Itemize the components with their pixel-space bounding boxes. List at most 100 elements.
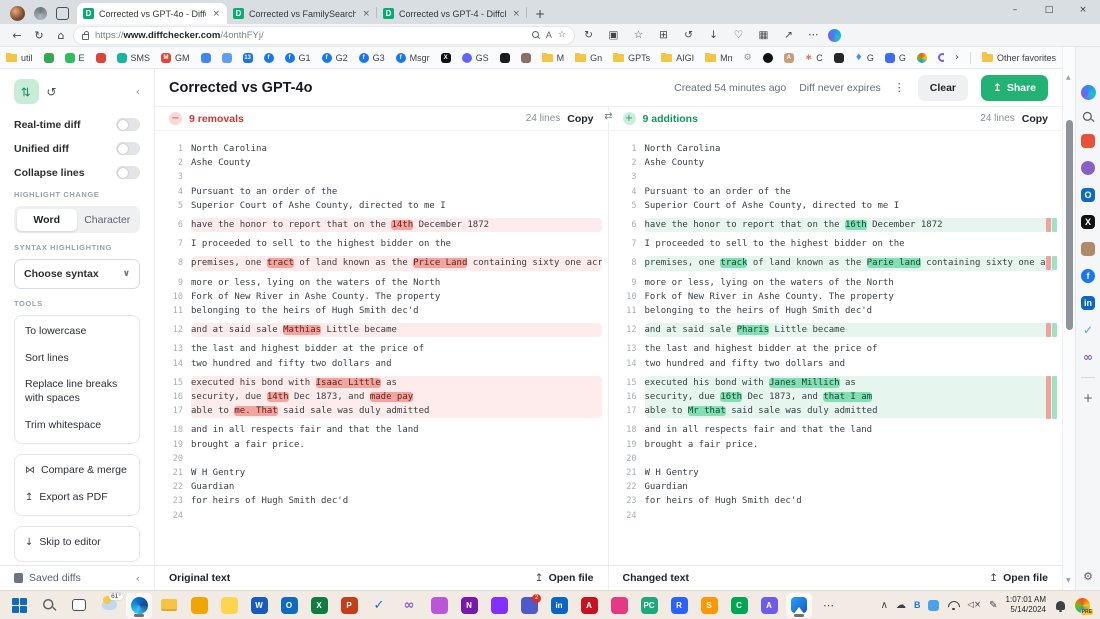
diff-line[interactable]: 5Superior Court of Ashe County, directed… (609, 199, 1063, 213)
taskbar-save-app[interactable] (186, 593, 212, 618)
workspaces-icon[interactable] (34, 7, 47, 20)
taskbar-acrobat[interactable]: A (576, 593, 602, 618)
skip-to-editor-button[interactable]: ↓Skip to editor (25, 536, 129, 550)
diff-settings-button[interactable]: ⇄ (14, 79, 39, 104)
bookmark-ring-site[interactable] (938, 53, 944, 62)
taskbar-visual-studio[interactable]: ∞ (396, 593, 422, 618)
bluetooth-icon[interactable]: B (914, 600, 921, 610)
bookmark-facebook-g1[interactable]: fG1 (285, 53, 311, 63)
word-tab[interactable]: Word (17, 209, 78, 231)
copilot-preview-icon[interactable]: PRE (1075, 598, 1090, 613)
pen-icon[interactable]: ✎ (989, 600, 997, 611)
bookmark-red-app[interactable] (96, 53, 106, 63)
tray-chevron-icon[interactable]: ∧ (881, 600, 888, 611)
diff-line[interactable]: 6have the honor to report that on the 14… (155, 218, 608, 232)
restore-button[interactable]: □ (1032, 0, 1066, 20)
favorite-star-icon[interactable]: ☆ (558, 30, 566, 40)
diff-line[interactable]: 4Pursuant to an order of the (609, 185, 1063, 199)
tab-close-icon[interactable]: × (361, 9, 371, 19)
diff-line[interactable]: 18and in all respects fair and that the … (609, 423, 1063, 437)
bookmark-docs[interactable] (201, 53, 211, 63)
taskbar-a-app[interactable]: A (756, 593, 782, 618)
bookmark-dark-grid[interactable] (834, 53, 844, 63)
history-icon[interactable]: ↺ (678, 29, 699, 41)
diff-line[interactable]: 15executed his bond with Janes Millich a… (609, 376, 1063, 390)
sidebar-copilot-icon[interactable] (1081, 85, 1096, 100)
taskbar-word[interactable]: W (246, 593, 272, 618)
taskbar-photos[interactable] (786, 593, 812, 618)
diff-line[interactable]: 14two hundred and fifty two dollars and (155, 357, 608, 371)
left-open-file-button[interactable]: ↥Open file (535, 572, 594, 584)
essentials-heart-icon[interactable]: ♡ (728, 29, 749, 41)
new-tab-button[interactable]: + (527, 7, 555, 24)
right-copy-button[interactable]: Copy (1022, 113, 1048, 125)
taskbar-r-app[interactable]: R (666, 593, 692, 618)
diff-line[interactable]: 14two hundred and fifty two dollars and (609, 357, 1063, 371)
diff-line[interactable]: 8premises, one track of land known as th… (609, 256, 1063, 270)
diff-line[interactable]: 7I proceeded to sell to the highest bidd… (155, 237, 608, 251)
diff-line[interactable]: 12and at said sale Mathias Little became (155, 323, 608, 337)
diff-line[interactable]: 18and in all respects fair and that the … (155, 423, 608, 437)
bookmark-sms[interactable]: SMS (117, 53, 151, 63)
diff-line[interactable]: 15executed his bond with Isaac Little as (155, 376, 608, 390)
task-view-button[interactable] (66, 593, 92, 618)
diff-line[interactable]: 21W H Gentry (155, 466, 608, 480)
scroll-up-icon[interactable]: ▲ (1066, 74, 1071, 81)
browser-tab[interactable]: DCorrected vs GPT-4o - Diffchecke× (77, 3, 227, 24)
trim-whitespace-button[interactable]: Trim whitespace (25, 419, 129, 433)
bookmark-claude[interactable]: ∗C (805, 53, 823, 63)
sidebar-toolbox-icon[interactable] (1081, 134, 1095, 148)
diff-line[interactable]: 8premises, one tract of land known as th… (155, 256, 608, 270)
sidebar-settings-gear-icon[interactable]: ⚙ (1083, 570, 1093, 583)
unified-diff-toggle[interactable] (116, 142, 140, 155)
diff-line[interactable]: 23for heirs of Hugh Smith dec'd (609, 494, 1063, 508)
sidebar-todo-icon[interactable]: ✓ (1081, 323, 1095, 337)
taskbar-paint[interactable] (426, 593, 452, 618)
bookmarks-overflow-icon[interactable]: › (955, 52, 959, 63)
diff-history-button[interactable]: ↺ (39, 79, 64, 104)
taskbar-excel[interactable]: X (306, 593, 332, 618)
wifi-icon[interactable] (947, 601, 959, 610)
character-tab[interactable]: Character (77, 209, 138, 231)
bookmark-photo-site[interactable] (521, 53, 531, 63)
bookmark-evernote[interactable]: E (65, 53, 85, 63)
tab-close-icon[interactable]: × (511, 9, 521, 19)
diff-line[interactable]: 5Superior Court of Ashe County, directed… (155, 199, 608, 213)
diff-line[interactable]: 10Fork of New River in Ashe County. The … (155, 290, 608, 304)
kebab-menu-icon[interactable]: ⋮ (894, 81, 905, 94)
taskbar-todo[interactable]: ✓ (366, 593, 392, 618)
sort-lines-button[interactable]: Sort lines (25, 352, 129, 366)
page-scrollbar[interactable]: ▲ ▼ (1062, 47, 1075, 590)
diff-line[interactable]: 24 (155, 509, 608, 523)
taskbar-linkedin[interactable]: in (546, 593, 572, 618)
bookmark-facebook-g3[interactable]: fG3 (359, 53, 385, 63)
refresh-icon[interactable]: ↻ (30, 29, 48, 42)
diff-line[interactable]: 4Pursuant to an order of the (155, 185, 608, 199)
taskbar-adobe-cc[interactable] (606, 593, 632, 618)
taskbar-sublime[interactable]: S (696, 593, 722, 618)
collapse-lines-toggle[interactable] (116, 166, 140, 179)
browser-essentials-icon[interactable]: ↻ (578, 29, 599, 41)
diff-line[interactable]: 22Guardian (155, 480, 608, 494)
sidebar-add-icon[interactable]: + (1083, 391, 1093, 405)
taskbar-edge[interactable] (126, 593, 152, 618)
sidebar-vs-icon[interactable]: ∞ (1081, 350, 1095, 364)
favorites-bar-icon[interactable]: ☆ (628, 29, 649, 41)
tab-close-icon[interactable]: × (211, 9, 221, 19)
teams-tray-icon[interactable] (928, 600, 939, 611)
diff-line[interactable]: 11belonging to the heirs of Hugh Smith d… (609, 304, 1063, 318)
taskbar-teams[interactable]: 2 (516, 593, 542, 618)
taskbar-outlook[interactable]: O (276, 593, 302, 618)
swap-panes-icon[interactable]: ⇄ (601, 111, 615, 122)
clear-button[interactable]: Clear (918, 75, 968, 101)
diff-line[interactable]: 9more or less, lying on the waters of th… (609, 276, 1063, 290)
bookmark-x[interactable]: X (441, 53, 451, 63)
taskbar-loop[interactable] (486, 593, 512, 618)
bookmark-gemini[interactable]: ♦G (855, 53, 874, 63)
address-bar[interactable]: https://www.diffchecker.com/4onthFYj/ A … (74, 27, 574, 44)
diff-line[interactable]: 9more or less, lying on the waters of th… (155, 276, 608, 290)
bookmark-facebook[interactable]: f (264, 53, 274, 63)
taskbar-pycharm[interactable]: PC (636, 593, 662, 618)
taskbar-onenote[interactable]: N (456, 593, 482, 618)
taskbar-camtasia[interactable]: C (726, 593, 752, 618)
